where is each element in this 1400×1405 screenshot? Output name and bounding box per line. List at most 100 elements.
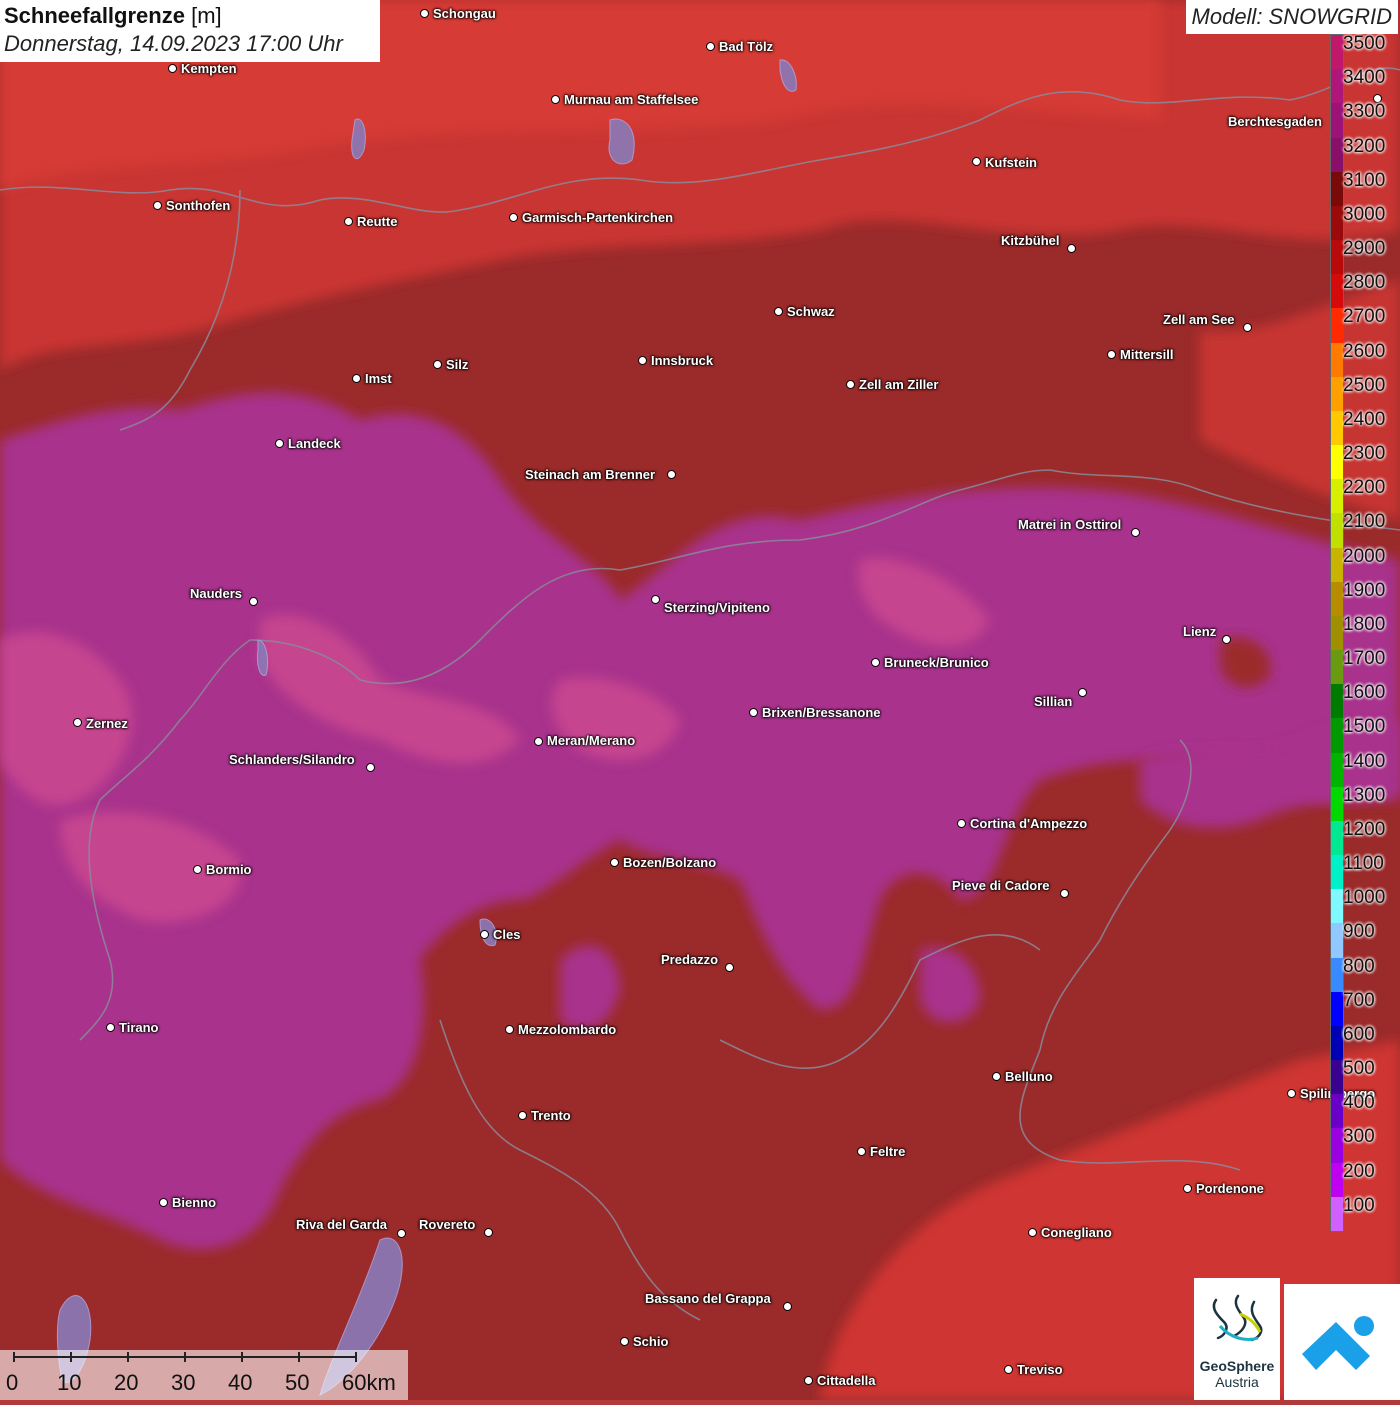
city-label[interactable]: Silz xyxy=(446,357,468,372)
city-label[interactable]: Brixen/Bressanone xyxy=(762,705,881,720)
city-marker[interactable] xyxy=(505,1025,514,1034)
city-marker[interactable] xyxy=(433,360,442,369)
city-marker[interactable] xyxy=(344,217,353,226)
city-label[interactable]: Imst xyxy=(365,371,392,386)
city-marker[interactable] xyxy=(846,380,855,389)
city-label[interactable]: Cles xyxy=(493,927,520,942)
city-marker[interactable] xyxy=(706,42,715,51)
city-label[interactable]: Trento xyxy=(531,1108,571,1123)
city-label[interactable]: Cittadella xyxy=(817,1373,876,1388)
city-label[interactable]: Zernez xyxy=(86,716,128,731)
city-label[interactable]: Zell am See xyxy=(1163,312,1235,327)
city-marker[interactable] xyxy=(651,595,660,604)
city-marker[interactable] xyxy=(352,374,361,383)
city-label[interactable]: Bormio xyxy=(206,862,252,877)
city-marker[interactable] xyxy=(1078,688,1087,697)
city-marker[interactable] xyxy=(610,858,619,867)
city-label[interactable]: Treviso xyxy=(1017,1362,1063,1377)
city-marker[interactable] xyxy=(397,1229,406,1238)
city-marker[interactable] xyxy=(857,1147,866,1156)
city-label[interactable]: Riva del Garda xyxy=(296,1217,387,1232)
city-marker[interactable] xyxy=(1243,323,1252,332)
city-marker[interactable] xyxy=(551,95,560,104)
city-label[interactable]: Pieve di Cadore xyxy=(952,878,1050,893)
city-label[interactable]: Schio xyxy=(633,1334,668,1349)
city-label[interactable]: Bozen/Bolzano xyxy=(623,855,716,870)
city-marker[interactable] xyxy=(992,1072,1001,1081)
city-label[interactable]: Sterzing/Vipiteno xyxy=(664,600,770,615)
city-marker[interactable] xyxy=(159,1198,168,1207)
city-label[interactable]: Predazzo xyxy=(661,952,718,967)
city-marker[interactable] xyxy=(667,470,676,479)
city-marker[interactable] xyxy=(725,963,734,972)
city-marker[interactable] xyxy=(871,658,880,667)
city-marker[interactable] xyxy=(638,356,647,365)
city-label[interactable]: Pordenone xyxy=(1196,1181,1264,1196)
city-label[interactable]: Lienz xyxy=(1183,624,1216,639)
city-label[interactable]: Matrei in Osttirol xyxy=(1018,517,1121,532)
city-marker[interactable] xyxy=(972,157,981,166)
city-label[interactable]: Bassano del Grappa xyxy=(645,1291,771,1306)
city-marker[interactable] xyxy=(509,213,518,222)
app-logo[interactable] xyxy=(1284,1284,1400,1400)
city-label[interactable]: Murnau am Staffelsee xyxy=(564,92,698,107)
city-marker[interactable] xyxy=(275,439,284,448)
city-label[interactable]: Bad Tölz xyxy=(719,39,773,54)
city-marker[interactable] xyxy=(480,930,489,939)
city-marker[interactable] xyxy=(366,763,375,772)
city-label[interactable]: Bienno xyxy=(172,1195,216,1210)
city-label[interactable]: Berchtesgaden xyxy=(1228,114,1322,129)
city-label[interactable]: Nauders xyxy=(190,586,242,601)
city-label[interactable]: Steinach am Brenner xyxy=(525,467,655,482)
city-marker[interactable] xyxy=(1107,350,1116,359)
city-marker[interactable] xyxy=(193,865,202,874)
city-label[interactable]: Zell am Ziller xyxy=(859,377,938,392)
city-label[interactable]: Reutte xyxy=(357,214,397,229)
city-label[interactable]: Feltre xyxy=(870,1144,905,1159)
city-marker[interactable] xyxy=(1004,1365,1013,1374)
city-marker[interactable] xyxy=(1287,1089,1296,1098)
city-marker[interactable] xyxy=(620,1337,629,1346)
city-label[interactable]: Conegliano xyxy=(1041,1225,1112,1240)
city-label[interactable]: Landeck xyxy=(288,436,341,451)
city-marker[interactable] xyxy=(518,1111,527,1120)
city-label[interactable]: Belluno xyxy=(1005,1069,1053,1084)
city-marker[interactable] xyxy=(783,1302,792,1311)
city-label[interactable]: Mezzolombardo xyxy=(518,1022,616,1037)
city-label[interactable]: Meran/Merano xyxy=(547,733,635,748)
city-label[interactable]: Kufstein xyxy=(985,155,1037,170)
city-label[interactable]: Kitzbühel xyxy=(1001,233,1060,248)
city-marker[interactable] xyxy=(1131,528,1140,537)
city-marker[interactable] xyxy=(484,1228,493,1237)
city-marker[interactable] xyxy=(249,597,258,606)
city-marker[interactable] xyxy=(1183,1184,1192,1193)
city-label[interactable]: Kempten xyxy=(181,61,237,76)
city-label[interactable]: Schwaz xyxy=(787,304,835,319)
city-marker[interactable] xyxy=(168,64,177,73)
city-label[interactable]: Garmisch-Partenkirchen xyxy=(522,210,673,225)
city-label[interactable]: Sonthofen xyxy=(166,198,230,213)
city-label[interactable]: Cortina d'Ampezzo xyxy=(970,816,1087,831)
geosphere-logo[interactable]: GeoSphere Austria xyxy=(1194,1278,1280,1400)
city-marker[interactable] xyxy=(1222,635,1231,644)
city-marker[interactable] xyxy=(73,718,82,727)
city-label[interactable]: Innsbruck xyxy=(651,353,713,368)
city-label[interactable]: Tirano xyxy=(119,1020,159,1035)
city-marker[interactable] xyxy=(1060,889,1069,898)
city-marker[interactable] xyxy=(957,819,966,828)
city-marker[interactable] xyxy=(804,1376,813,1385)
city-marker[interactable] xyxy=(1067,244,1076,253)
city-label[interactable]: Sillian xyxy=(1034,694,1072,709)
city-marker[interactable] xyxy=(774,307,783,316)
city-marker[interactable] xyxy=(749,708,758,717)
city-label[interactable]: Schlanders/Silandro xyxy=(229,752,355,767)
city-marker[interactable] xyxy=(153,201,162,210)
city-marker[interactable] xyxy=(534,737,543,746)
city-marker[interactable] xyxy=(106,1023,115,1032)
city-label[interactable]: Mittersill xyxy=(1120,347,1173,362)
city-marker[interactable] xyxy=(1028,1228,1037,1237)
city-marker[interactable] xyxy=(420,9,429,18)
city-label[interactable]: Bruneck/Brunico xyxy=(884,655,989,670)
city-label[interactable]: Rovereto xyxy=(419,1217,475,1232)
city-label[interactable]: Schongau xyxy=(433,6,496,21)
